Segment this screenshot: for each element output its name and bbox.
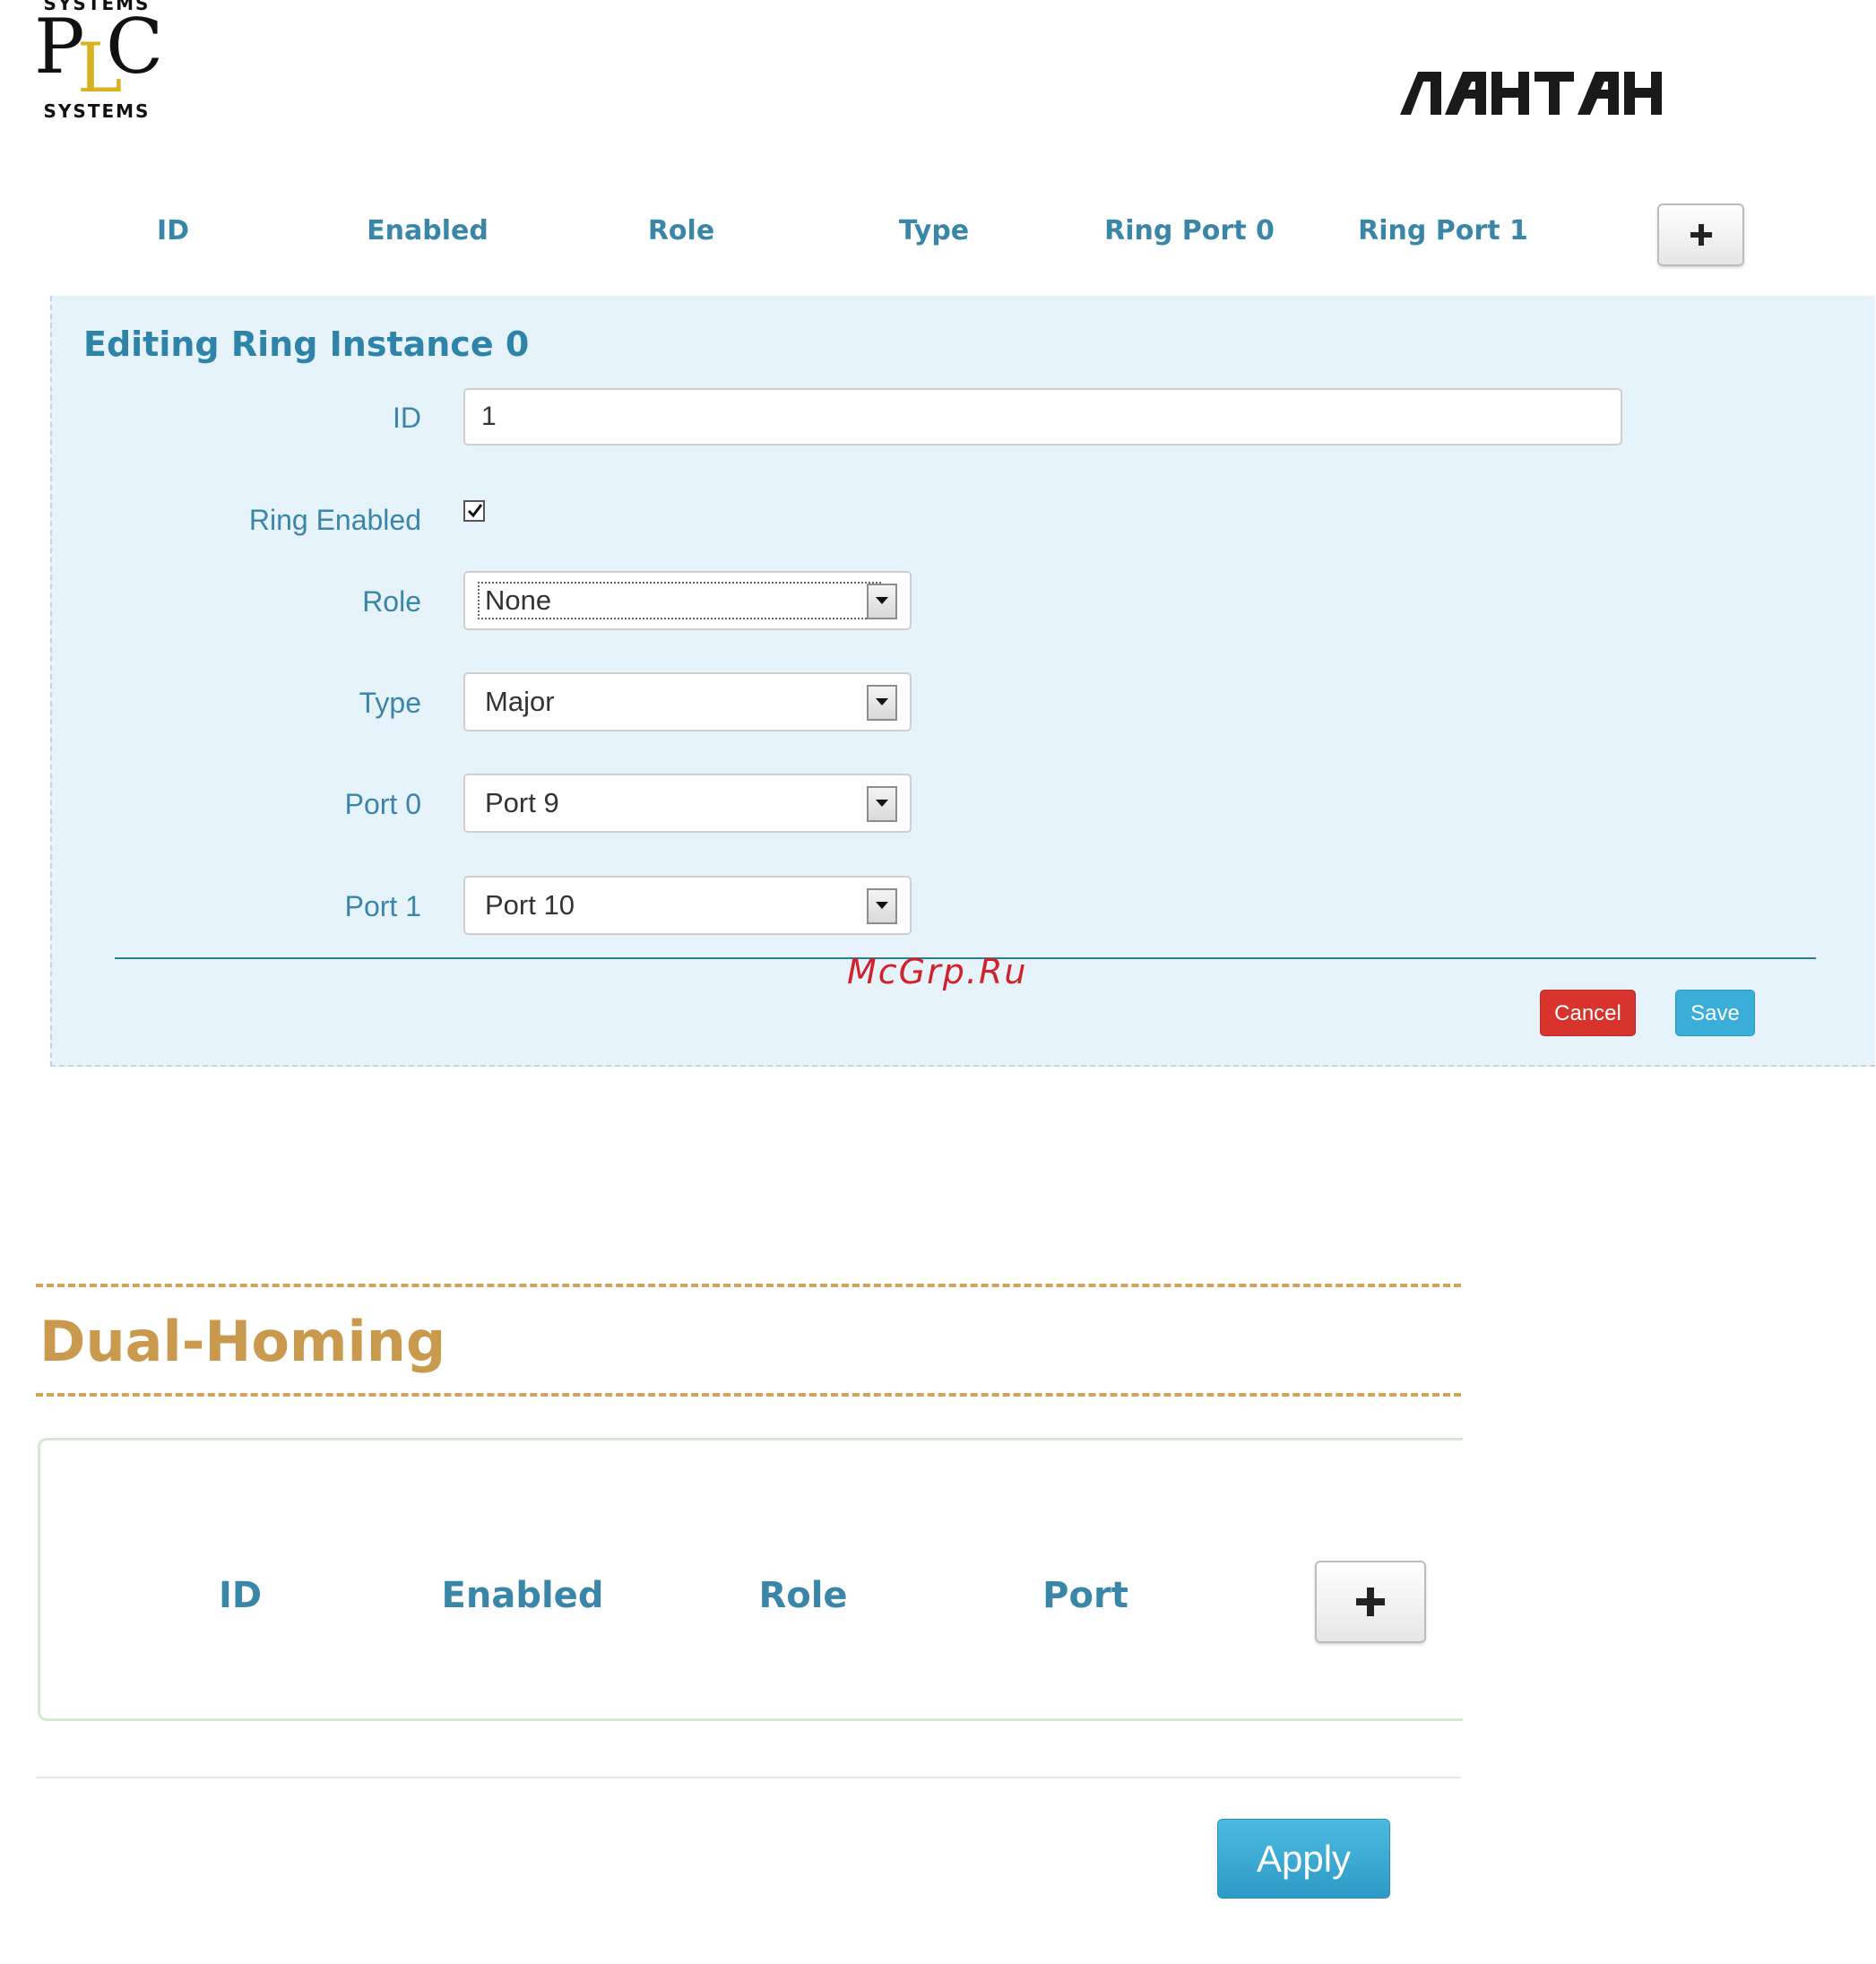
column-header-ring-port-0: Ring Port 0 (1104, 215, 1275, 247)
dh-column-header-port: Port (1042, 1575, 1128, 1616)
apply-button[interactable]: Apply (1217, 1819, 1390, 1899)
dual-homing-title: Dual-Homing (39, 1309, 446, 1374)
ring-enabled-label: Ring Enabled (248, 504, 421, 536)
type-field-label: Type (359, 687, 421, 719)
port0-select[interactable]: Port 9 (463, 774, 912, 833)
role-select-value: None (485, 584, 552, 616)
dh-column-header-enabled: Enabled (441, 1575, 604, 1616)
dh-column-header-role: Role (758, 1575, 848, 1616)
dropdown-arrow-icon[interactable] (867, 786, 897, 822)
dh-column-header-id: ID (218, 1575, 263, 1616)
port0-field-label: Port 0 (344, 788, 421, 820)
section-divider-bottom (36, 1393, 1461, 1397)
watermark: McGrp.Ru (847, 952, 1028, 991)
dropdown-arrow-icon[interactable] (867, 685, 897, 721)
column-header-enabled: Enabled (367, 215, 488, 247)
dropdown-arrow-icon[interactable] (867, 584, 897, 619)
logo-letter-c: C (106, 3, 164, 91)
dropdown-arrow-icon[interactable] (867, 888, 897, 924)
lantah-brand-logo (1398, 63, 1685, 134)
add-dual-homing-button[interactable] (1315, 1561, 1426, 1643)
id-field-label: ID (393, 402, 421, 434)
save-button[interactable]: Save (1675, 990, 1755, 1036)
section-divider-top (36, 1284, 1461, 1287)
id-input[interactable]: 1 (463, 388, 1622, 446)
role-field-label: Role (362, 585, 421, 618)
footer-divider (36, 1777, 1461, 1778)
role-select[interactable]: None (463, 571, 912, 630)
column-header-role: Role (647, 215, 715, 247)
port1-select[interactable]: Port 10 (463, 876, 912, 935)
plus-icon (1356, 1588, 1385, 1616)
plc-systems-logo: SYSTEMS P L C SYSTEMS (34, 0, 164, 125)
column-header-type: Type (898, 215, 970, 247)
plus-icon (1690, 224, 1712, 246)
checkmark-icon (467, 504, 483, 518)
cancel-button[interactable]: Cancel (1540, 990, 1636, 1036)
port0-select-value: Port 9 (485, 787, 559, 818)
port1-select-value: Port 10 (485, 889, 575, 921)
type-select-value: Major (485, 686, 555, 717)
edit-panel-title: Editing Ring Instance 0 (83, 324, 530, 364)
logo-bottom-text: SYSTEMS (43, 100, 151, 122)
port1-field-label: Port 1 (344, 890, 421, 922)
column-header-ring-port-1: Ring Port 1 (1358, 215, 1528, 247)
type-select[interactable]: Major (463, 672, 912, 731)
ring-enabled-checkbox[interactable] (463, 500, 485, 522)
column-header-id: ID (156, 215, 190, 247)
add-ring-button[interactable] (1657, 203, 1744, 266)
